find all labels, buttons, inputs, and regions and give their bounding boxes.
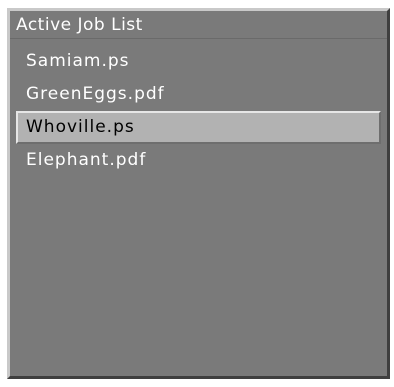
- job-name: GreenEggs.pdf: [26, 84, 165, 104]
- list-item[interactable]: Whoville.ps: [16, 111, 381, 144]
- job-name: Whoville.ps: [26, 117, 135, 137]
- job-name: Samiam.ps: [26, 51, 130, 71]
- active-job-list-panel: Active Job List Samiam.ps GreenEggs.pdf …: [7, 8, 390, 379]
- job-list[interactable]: Samiam.ps GreenEggs.pdf Whoville.ps Elep…: [16, 45, 381, 370]
- list-item[interactable]: Samiam.ps: [16, 45, 381, 78]
- panel-title: Active Job List: [10, 11, 387, 39]
- job-name: Elephant.pdf: [26, 150, 147, 170]
- list-item[interactable]: GreenEggs.pdf: [16, 78, 381, 111]
- list-item[interactable]: Elephant.pdf: [16, 144, 381, 177]
